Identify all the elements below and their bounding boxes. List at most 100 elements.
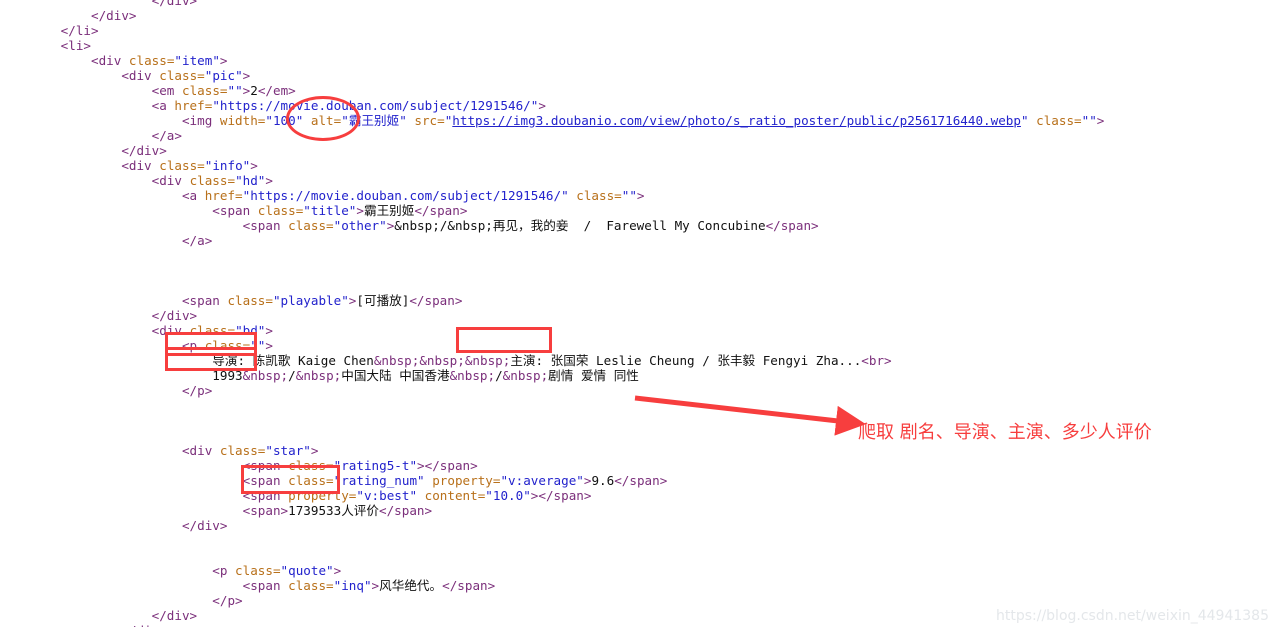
code-line: <a href="https://movie.douban.com/subjec…: [0, 98, 1104, 113]
code-token-val: "": [1081, 113, 1097, 128]
code-token-val: "title": [303, 203, 357, 218]
code-line: <p class="quote">: [0, 563, 1104, 578]
code-token-val: "": [621, 188, 637, 203]
code-token-att: class=: [219, 443, 266, 458]
code-line: <span class="other">&nbsp;/&nbsp;再见，我的妾 …: [0, 218, 1104, 233]
code-token-val: "inq": [333, 578, 372, 593]
code-token-txt: 导演: 陈凯歌 Kaige Chen: [0, 353, 374, 368]
code-token-tag: >: [265, 323, 273, 338]
code-token-val: "": [227, 83, 243, 98]
code-token-tag: <div: [0, 53, 129, 68]
code-line: <span class="playable">[可播放]</span>: [0, 293, 1104, 308]
code-viewport[interactable]: </div> </div> </li> <li> <div class="ite…: [0, 0, 1277, 627]
code-token-tag: <span>: [0, 503, 289, 518]
code-token-tag: <a: [0, 188, 205, 203]
code-line: <span property="v:best" content="10.0"><…: [0, 488, 1104, 503]
code-token-tag: >: [538, 98, 546, 113]
code-line: </div>: [0, 608, 1104, 623]
code-token-ent: &nbsp;: [242, 368, 289, 383]
code-token-tag: </a>: [0, 233, 213, 248]
code-token-tag: <span: [0, 578, 289, 593]
code-line: <a href="https://movie.douban.com/subjec…: [0, 188, 1104, 203]
code-token-att: src=: [406, 113, 445, 128]
code-line: </div>: [0, 308, 1104, 323]
code-token-att: href=: [174, 98, 213, 113]
code-line: 导演: 陈凯歌 Kaige Chen&nbsp;&nbsp;&nbsp;主演: …: [0, 353, 1104, 368]
code-token-tag: <p: [0, 563, 236, 578]
code-line: </div>: [0, 0, 1104, 8]
code-token-val: ": [1020, 113, 1029, 128]
code-token-txt: 风华绝代。: [379, 578, 443, 593]
code-token-tag: </p>: [0, 383, 213, 398]
code-token-val: "pic": [204, 68, 243, 83]
code-token-att: property=: [288, 488, 357, 503]
code-token-tag: <li>: [0, 38, 91, 53]
code-token-tag: <span: [0, 458, 289, 473]
code-token-tag: <div: [0, 323, 190, 338]
code-token-att: width=: [219, 113, 266, 128]
code-token-att: class=: [181, 83, 228, 98]
code-line: <div class="info">: [0, 158, 1104, 173]
code-token-tag: >: [371, 578, 380, 593]
code-token-tag: </span>: [442, 578, 496, 593]
code-token-txt: [可播放]: [356, 293, 410, 308]
code-token-att: class=: [204, 338, 251, 353]
code-token-att: class=: [159, 68, 205, 83]
code-line: <div class="bd">: [0, 323, 1104, 338]
code-token-val: "rating_num": [333, 473, 425, 488]
code-token-tag: <br>: [861, 353, 892, 368]
code-token-tag: </span>: [614, 473, 668, 488]
code-line: <div class="star">: [0, 443, 1104, 458]
code-token-tag: </div>: [0, 608, 198, 623]
code-line: </div>: [0, 623, 1104, 627]
code-token-tag: <a: [0, 98, 175, 113]
code-token-att: class=: [128, 53, 175, 68]
code-line: </p>: [0, 383, 1104, 398]
code-token-val: "info": [204, 158, 251, 173]
code-line: </div>: [0, 8, 1104, 23]
code-token-tag: <span: [0, 293, 228, 308]
code-token-tag: </a>: [0, 128, 182, 143]
code-token-txt: 剧情 爱情 同性: [548, 368, 639, 383]
code-token-att: class=: [189, 173, 236, 188]
code-token-att: class=: [227, 293, 273, 308]
code-token-val: "item": [174, 53, 220, 68]
code-token-tag: </span>: [409, 293, 463, 308]
code-token-tag: </p>: [0, 593, 243, 608]
code-token-att: class=: [235, 563, 281, 578]
code-token-tag: <p: [0, 338, 205, 353]
code-line: </a>: [0, 128, 1104, 143]
code-token-ent: &nbsp;: [449, 368, 496, 383]
code-token-txt: /: [495, 368, 503, 383]
code-line: <div class="pic">: [0, 68, 1104, 83]
code-token-tag: </em>: [257, 83, 296, 98]
code-token-tag: >: [219, 53, 228, 68]
code-token-val: "v:average": [500, 473, 584, 488]
code-line: <em class="">2</em>: [0, 83, 1104, 98]
code-token-att: alt=: [303, 113, 342, 128]
code-token-lnk[interactable]: https://img3.doubanio.com/view/photo/s_r…: [452, 113, 1021, 128]
code-token-tag: <span: [0, 218, 289, 233]
code-token-val: "playable": [272, 293, 349, 308]
code-line: </p>: [0, 593, 1104, 608]
code-token-txt: 主演: 张国荣 Leslie Cheung / 张丰毅 Fengyi Zha..…: [510, 353, 862, 368]
code-token-val: "10.0": [485, 488, 531, 503]
code-token-txt: 中国大陆 中国香港: [341, 368, 450, 383]
code-token-att: class=: [288, 218, 334, 233]
code-line: <span class="rating5-t"></span>: [0, 458, 1104, 473]
code-token-att: href=: [204, 188, 243, 203]
code-token-tag: </li>: [0, 23, 99, 38]
code-token-ent: &nbsp;&nbsp;&nbsp;: [373, 353, 511, 368]
code-token-val: "rating5-t": [333, 458, 418, 473]
code-token-tag: >: [1096, 113, 1105, 128]
code-token-val: "https://movie.douban.com/subject/129154…: [242, 188, 569, 203]
code-token-val: "quote": [280, 563, 334, 578]
code-token-att: class=: [288, 578, 334, 593]
code-token-val: "v:best": [356, 488, 418, 503]
